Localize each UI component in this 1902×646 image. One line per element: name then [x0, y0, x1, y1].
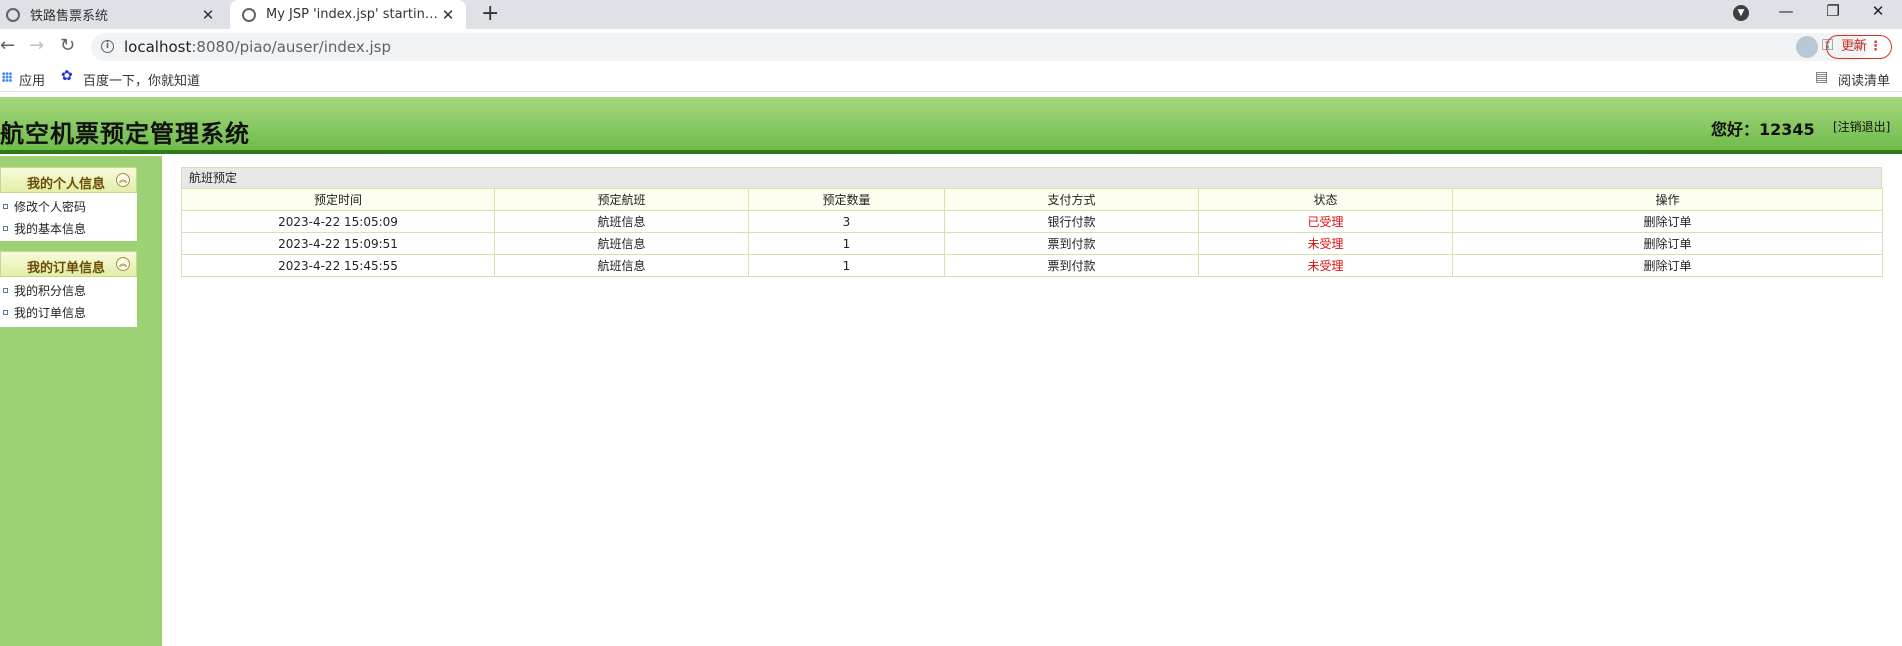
sidebar: 我的个人信息 ︽ 修改个人密码 我的基本信息 我的订单信息 ︽ 我的积分信息 我…	[0, 156, 162, 646]
bullet-icon	[3, 204, 8, 209]
close-icon[interactable]: ✕	[198, 6, 218, 24]
bookmarks-bar: 应用 ✿ 百度一下，你就知道 ▤ 阅读清单	[0, 65, 1902, 92]
bookmark-baidu[interactable]: 百度一下，你就知道	[83, 70, 200, 89]
address-bar[interactable]: i localhost:8080/piao/auser/index.jsp ⚿ …	[91, 33, 1868, 61]
delete-order-button[interactable]: 删除订单	[1452, 210, 1883, 233]
column-header: 支付方式	[944, 188, 1199, 211]
order-status: 未受理	[1198, 232, 1453, 255]
browser-tab-jsp[interactable]: My JSP 'index.jsp' starting page ✕	[230, 0, 466, 29]
collapse-icon[interactable]: ︽	[116, 173, 130, 187]
panel-title: 我的订单信息	[27, 261, 106, 276]
forward-icon[interactable]: →	[29, 35, 44, 57]
window-close-icon[interactable]: ✕	[1860, 0, 1896, 26]
avatar[interactable]	[1796, 36, 1818, 58]
booking-quantity: 1	[748, 232, 945, 255]
booking-table: 预定时间 预定航班 预定数量 支付方式 状态 操作 2023-4-22 15:0…	[181, 188, 1883, 277]
payment-method: 银行付款	[944, 210, 1199, 233]
tab-search-icon[interactable]: ▼	[1733, 5, 1749, 21]
info-icon[interactable]: i	[101, 40, 114, 53]
restore-icon[interactable]: ❐	[1815, 0, 1851, 26]
booking-time: 2023-4-22 15:09:51	[181, 232, 495, 255]
flight-info-link[interactable]: 航班信息	[494, 254, 749, 277]
tab-title: My JSP 'index.jsp' starting page	[266, 7, 438, 22]
browser-tab-strip: 铁路售票系统 ✕ My JSP 'index.jsp' starting pag…	[0, 0, 1902, 29]
order-status: 已受理	[1198, 210, 1453, 233]
browser-tab-railway[interactable]: 铁路售票系统 ✕	[0, 0, 226, 29]
globe-icon	[242, 7, 256, 22]
flight-info-link[interactable]: 航班信息	[494, 210, 749, 233]
update-button[interactable]: 更新 ⋮	[1826, 35, 1892, 59]
page-header: 航空机票预定管理系统 您好：12345 [注销退出]	[0, 97, 1902, 154]
column-header: 预定航班	[494, 188, 749, 211]
url-text[interactable]: localhost:8080/piao/auser/index.jsp	[124, 38, 391, 56]
table-row: 2023-4-22 15:05:09 航班信息 3 银行付款 已受理 删除订单	[181, 210, 1883, 233]
payment-method: 票到付款	[944, 232, 1199, 255]
new-tab-icon[interactable]: +	[481, 2, 499, 26]
reading-list-icon[interactable]: ▤	[1815, 69, 1828, 85]
more-icon[interactable]: ⋮	[1869, 36, 1882, 58]
booking-section: 航班预定 预定时间 预定航班 预定数量 支付方式 状态 操作 2023-4-22…	[181, 167, 1883, 277]
globe-icon	[6, 7, 20, 22]
user-greeting: 您好：12345	[1711, 120, 1815, 139]
sidebar-item-points[interactable]: 我的积分信息	[0, 281, 137, 301]
table-row: 2023-4-22 15:45:55 航班信息 1 票到付款 未受理 删除订单	[181, 254, 1883, 277]
reload-icon[interactable]: ↻	[60, 35, 75, 57]
column-header: 操作	[1452, 188, 1883, 211]
column-header: 预定时间	[181, 188, 495, 211]
booking-quantity: 3	[748, 210, 945, 233]
baidu-paw-icon: ✿	[61, 68, 73, 84]
payment-method: 票到付款	[944, 254, 1199, 277]
table-row: 2023-4-22 15:09:51 航班信息 1 票到付款 未受理 删除订单	[181, 232, 1883, 255]
delete-order-button[interactable]: 删除订单	[1452, 254, 1883, 277]
collapse-icon[interactable]: ︽	[116, 257, 130, 271]
booking-quantity: 1	[748, 254, 945, 277]
close-icon[interactable]: ✕	[438, 6, 458, 24]
panel-title: 我的个人信息	[27, 177, 106, 192]
order-status: 未受理	[1198, 254, 1453, 277]
bullet-icon	[3, 310, 8, 315]
back-icon[interactable]: ←	[0, 35, 15, 57]
panel-order-info-body: 我的积分信息 我的订单信息	[0, 277, 137, 327]
minimize-icon[interactable]: —	[1768, 0, 1804, 26]
reading-list-link[interactable]: 阅读清单	[1838, 70, 1890, 89]
logout-link[interactable]: [注销退出]	[1833, 118, 1890, 135]
tab-title: 铁路售票系统	[30, 9, 109, 24]
table-caption: 航班预定	[181, 167, 1882, 188]
sidebar-item-orders[interactable]: 我的订单信息	[0, 303, 137, 323]
column-header: 预定数量	[748, 188, 945, 211]
page-title: 航空机票预定管理系统	[0, 120, 250, 148]
sidebar-item-change-password[interactable]: 修改个人密码	[0, 197, 137, 217]
bullet-icon	[3, 288, 8, 293]
booking-time: 2023-4-22 15:45:55	[181, 254, 495, 277]
browser-toolbar: ← → ↻ i localhost:8080/piao/auser/index.…	[0, 29, 1902, 65]
column-header: 状态	[1198, 188, 1453, 211]
delete-order-button[interactable]: 删除订单	[1452, 232, 1883, 255]
panel-personal-info-body: 修改个人密码 我的基本信息	[0, 193, 137, 241]
apps-grid-icon[interactable]	[2, 72, 12, 82]
panel-order-info-header[interactable]: 我的订单信息 ︽	[0, 251, 137, 277]
flight-info-link[interactable]: 航班信息	[494, 232, 749, 255]
table-header-row: 预定时间 预定航班 预定数量 支付方式 状态 操作	[181, 188, 1883, 211]
panel-personal-info-header[interactable]: 我的个人信息 ︽	[0, 167, 137, 193]
bullet-icon	[3, 226, 8, 231]
booking-time: 2023-4-22 15:05:09	[181, 210, 495, 233]
bookmark-apps[interactable]: 应用	[19, 70, 45, 89]
sidebar-item-basic-info[interactable]: 我的基本信息	[0, 219, 137, 239]
